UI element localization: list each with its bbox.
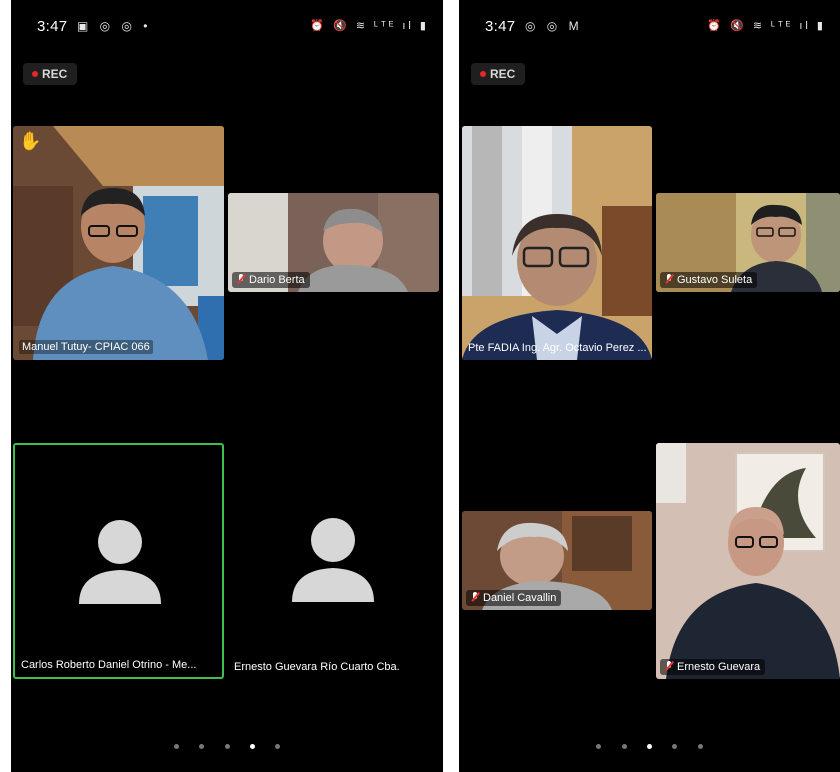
participant-name: Carlos Roberto Daniel Otrino - Me... <box>21 659 197 671</box>
video-feed <box>656 443 840 679</box>
video-feed <box>13 126 224 360</box>
page-dot[interactable] <box>224 744 230 749</box>
status-time: 3:47 <box>37 18 68 35</box>
muted-mic-icon <box>471 592 479 602</box>
right-phone-screen: 3:47 ◎ ◎ M ⏰ 🔇 ≋ ᴸᵀᴱ ıl ▮ REC Pte FADIA … <box>459 0 840 772</box>
notification-icons: ▣ ◎ ◎ • <box>77 19 152 33</box>
page-dot-active[interactable] <box>647 744 652 749</box>
system-icons: ⏰ 🔇 ≋ ᴸᵀᴱ ıl ▮ <box>310 20 429 32</box>
page-dot-active[interactable] <box>249 744 255 749</box>
participant-name-tag: Daniel Cavallin <box>466 590 562 606</box>
muted-mic-icon <box>237 274 245 284</box>
participant-name-tag: Dario Berta <box>232 272 310 288</box>
participant-name-tag: Gustavo Suleta <box>660 272 758 288</box>
video-tile-gustavo[interactable]: Gustavo Suleta <box>656 193 840 292</box>
left-phone-screen: 3:47 ▣ ◎ ◎ • ⏰ 🔇 ≋ ᴸᵀᴱ ıl ▮ REC ✋ Manuel… <box>11 0 443 772</box>
record-dot-icon <box>32 71 38 77</box>
person-avatar-icon <box>79 520 161 604</box>
video-feed <box>462 126 652 360</box>
participant-name-tag: Ernesto Guevara <box>660 659 766 675</box>
page-dot[interactable] <box>621 744 627 749</box>
page-indicator[interactable] <box>11 736 443 754</box>
page-dot[interactable] <box>672 744 678 749</box>
rec-label: REC <box>490 67 516 81</box>
notification-icons: ◎ ◎ M <box>525 19 583 33</box>
page-dot[interactable] <box>173 744 179 749</box>
video-tile-ernesto[interactable]: Ernesto Guevara <box>656 443 840 679</box>
page-dot[interactable] <box>596 744 602 749</box>
person-avatar-icon <box>292 518 374 602</box>
system-icons: ⏰ 🔇 ≋ ᴸᵀᴱ ıl ▮ <box>707 20 826 32</box>
muted-mic-icon <box>665 661 673 671</box>
participant-name: Manuel Tutuy- CPIAC 066 <box>19 340 153 354</box>
avatar-tile-ernesto[interactable]: Ernesto Guevara Río Cuarto Cba. <box>228 443 439 679</box>
video-tile-manuel[interactable]: ✋ Manuel Tutuy- CPIAC 066 <box>13 126 224 360</box>
status-time: 3:47 <box>485 18 516 35</box>
video-tile-dario[interactable]: Dario Berta <box>228 193 439 292</box>
rec-label: REC <box>42 67 68 81</box>
muted-mic-icon <box>665 274 673 284</box>
recording-indicator[interactable]: REC <box>471 63 525 85</box>
page-indicator[interactable] <box>459 736 840 754</box>
page-dot[interactable] <box>697 744 703 749</box>
status-bar: 3:47 ▣ ◎ ◎ • ⏰ 🔇 ≋ ᴸᵀᴱ ıl ▮ <box>11 0 443 52</box>
status-bar: 3:47 ◎ ◎ M ⏰ 🔇 ≋ ᴸᵀᴱ ıl ▮ <box>459 0 840 52</box>
recording-indicator[interactable]: REC <box>23 63 77 85</box>
raised-hand-icon: ✋ <box>19 131 42 151</box>
page-dot[interactable] <box>275 744 281 749</box>
participant-name: Ernesto Guevara Río Cuarto Cba. <box>234 661 400 673</box>
record-dot-icon <box>480 71 486 77</box>
page-dot[interactable] <box>199 744 205 749</box>
video-tile-octavio[interactable]: Pte FADIA Ing. Agr. Octavio Perez ... <box>462 126 652 360</box>
video-tile-daniel[interactable]: Daniel Cavallin <box>462 511 652 610</box>
avatar-tile-carlos[interactable]: Carlos Roberto Daniel Otrino - Me... <box>13 443 224 679</box>
participant-name: Pte FADIA Ing. Agr. Octavio Perez ... <box>468 342 647 354</box>
